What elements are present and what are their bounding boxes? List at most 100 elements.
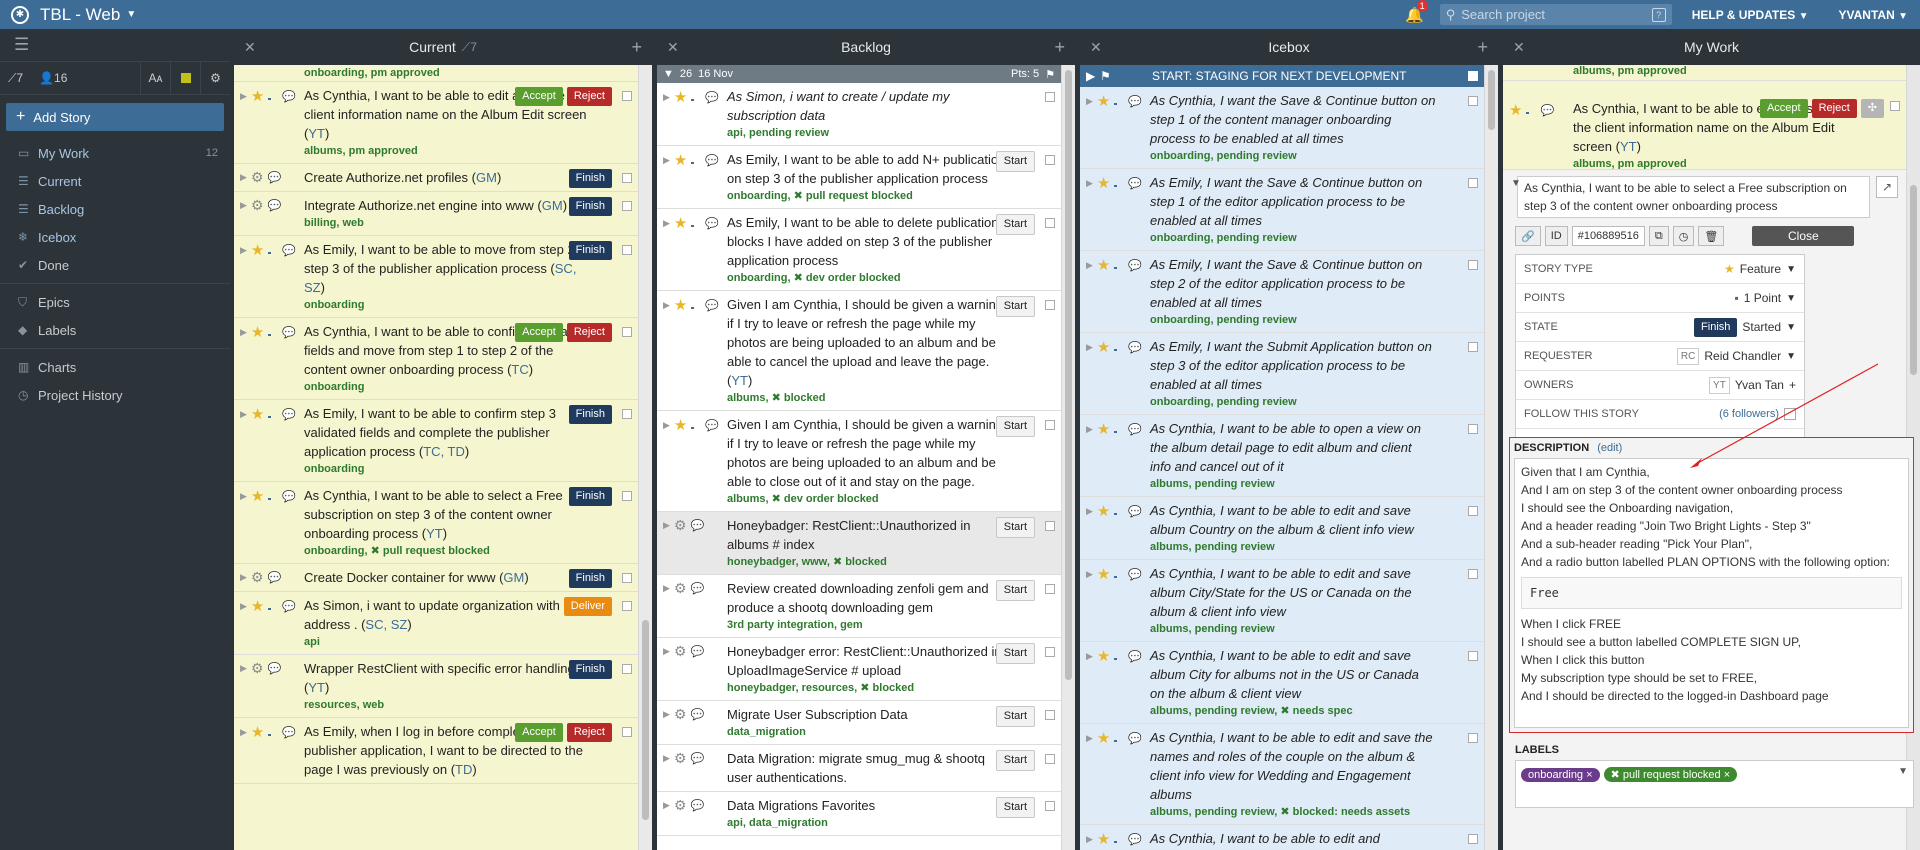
expand-icon[interactable]: ▶	[1086, 569, 1093, 580]
select-checkbox[interactable]	[1045, 801, 1055, 811]
start-button[interactable]: Start	[995, 416, 1035, 437]
expand-icon[interactable]: ▶	[240, 572, 247, 583]
sidebar-item-epics[interactable]: ⛉ Epics	[0, 288, 230, 316]
story-owners[interactable]: SC, SZ	[304, 261, 576, 295]
select-checkbox[interactable]	[1045, 710, 1055, 720]
label-tag[interactable]: onboarding ×	[1521, 768, 1600, 782]
story-card[interactable]: ▶ ★ 💬 As Simon, i want to update organizati…	[234, 592, 638, 655]
story-card[interactable]: ▶ ⚙ 💬 Review created downloading zenfoli ge…	[657, 575, 1061, 638]
select-checkbox[interactable]	[622, 491, 632, 501]
collapse-icon[interactable]: ▼	[1511, 178, 1521, 189]
expand-detail-icon[interactable]: ↗	[1876, 176, 1898, 198]
story-title-field[interactable]: As Cynthia, I want to be able to select …	[1517, 176, 1870, 218]
expand-icon[interactable]: ▶	[240, 663, 247, 674]
story-card[interactable]: ▶ ★ 💬 As Emily, I want to be able to add N+…	[657, 146, 1061, 209]
story-card[interactable]: ▶ ⚙ 💬 Integrate Authorize.net engine into w…	[234, 192, 638, 236]
copy-icon[interactable]: ⧉	[1648, 226, 1669, 246]
expand-icon[interactable]: ▶	[1086, 651, 1093, 662]
trash-icon[interactable]: 🗑	[1698, 226, 1725, 246]
story-card[interactable]: ▶ ★ 💬 As Cynthia, I want to be able to edit…	[1080, 497, 1484, 560]
points-row[interactable]: POINTS ▪ 1 Point ▼	[1516, 284, 1804, 313]
deliver-button[interactable]: Deliver	[563, 597, 612, 616]
expand-icon[interactable]: ▶	[663, 92, 670, 103]
expand-icon[interactable]: ▶	[1086, 178, 1093, 189]
expand-icon[interactable]: ▶	[240, 200, 247, 211]
select-checkbox[interactable]	[622, 91, 632, 101]
expand-icon[interactable]: ▶	[240, 409, 247, 420]
close-button[interactable]: Close	[1752, 226, 1855, 246]
select-checkbox[interactable]	[622, 727, 632, 737]
sidebar-item-icebox[interactable]: ❄ Icebox	[0, 223, 230, 251]
select-checkbox[interactable]	[622, 664, 632, 674]
select-checkbox[interactable]	[1045, 155, 1055, 165]
expand-icon[interactable]: ▶	[240, 327, 247, 338]
description-text[interactable]: Given that I am Cynthia, And I am on step…	[1514, 458, 1909, 728]
story-owners[interactable]: YT	[426, 526, 443, 541]
finish-button[interactable]: Finish	[1694, 317, 1738, 337]
story-owners[interactable]: YT	[1620, 139, 1637, 154]
move-icon[interactable]: ✣	[1860, 99, 1884, 118]
story-owners[interactable]: TC	[511, 362, 528, 377]
sidebar-item-backlog[interactable]: ☰ Backlog	[0, 195, 230, 223]
story-card[interactable]: ▶ ⚙ 💬 Honeybadger error: RestClient::Unauth…	[657, 638, 1061, 701]
story-card[interactable]: ▶ ⚙ 💬 Create Authorize.net profiles (GM) Fin…	[234, 164, 638, 192]
story-owners[interactable]: TD	[455, 762, 472, 777]
story-color-icon[interactable]	[170, 61, 200, 95]
start-button[interactable]: Start	[995, 643, 1035, 664]
select-checkbox[interactable]	[1468, 733, 1478, 743]
story-card[interactable]: ▶ ⚙ 💬 Data Migrations Favorites api, data_mi…	[657, 792, 1061, 836]
start-button[interactable]: Start	[995, 797, 1035, 818]
expand-icon[interactable]: ▶	[663, 520, 670, 531]
select-checkbox[interactable]	[1045, 754, 1055, 764]
select-checkbox[interactable]	[622, 601, 632, 611]
story-card[interactable]: ▶ ★ 💬 As Cynthia, I want to be able to edit…	[1080, 724, 1484, 825]
expand-icon[interactable]: ▶	[1086, 733, 1093, 744]
text-size-icon[interactable]: Aᴀ	[140, 61, 170, 95]
close-panel-icon[interactable]: ✕	[1090, 39, 1102, 56]
accept-button[interactable]: Accept	[515, 87, 563, 106]
scrollbar[interactable]	[1484, 65, 1498, 850]
project-selector[interactable]: TBL - Web ▼	[40, 5, 136, 25]
scrollbar[interactable]	[1061, 65, 1075, 850]
add-story-icon[interactable]: +	[1477, 37, 1488, 58]
tracker-logo-icon[interactable]: ✱	[6, 1, 34, 29]
start-button[interactable]: Start	[995, 517, 1035, 538]
expand-icon[interactable]: ▶	[1086, 424, 1093, 435]
add-story-button[interactable]: + Add Story	[6, 103, 224, 131]
select-checkbox[interactable]	[1045, 584, 1055, 594]
story-owners[interactable]: YT	[308, 680, 325, 695]
select-checkbox[interactable]	[1468, 260, 1478, 270]
search-input[interactable]: ⚲ Search project?	[1439, 4, 1672, 25]
story-card[interactable]: ▶ ⚙ 💬 Honeybadger: RestClient::Unauthorized…	[657, 512, 1061, 575]
story-id-field[interactable]: #106889516	[1571, 226, 1645, 246]
story-card[interactable]: ▶ ★ 💬 As Cynthia, I want the Save & Continu…	[1080, 87, 1484, 169]
story-card[interactable]: ▶ ★ 💬 As Emily, I want to be able to move f…	[234, 236, 638, 318]
expand-icon[interactable]: ▶	[1086, 96, 1093, 107]
select-checkbox[interactable]	[1045, 647, 1055, 657]
select-checkbox[interactable]	[1045, 521, 1055, 531]
expand-icon[interactable]: ▶	[240, 727, 247, 738]
select-checkbox[interactable]	[1468, 506, 1478, 516]
story-card[interactable]: ▶ ★ 💬 As Cynthia, I want to be able to edit…	[234, 82, 638, 164]
iteration-settings-icon[interactable]: ⚑	[1045, 68, 1055, 81]
finish-button[interactable]: Finish	[568, 569, 612, 588]
select-checkbox[interactable]	[1045, 218, 1055, 228]
close-panel-icon[interactable]: ✕	[667, 39, 679, 56]
labels-input[interactable]: onboarding × ✖ pull request blocked × ▼	[1515, 760, 1914, 808]
sidebar-item-done[interactable]: ✔ Done	[0, 251, 230, 279]
members-stat[interactable]: 👤16	[31, 71, 75, 85]
finish-button[interactable]: Finish	[568, 197, 612, 216]
close-panel-icon[interactable]: ✕	[244, 39, 256, 56]
expand-icon[interactable]: ▶	[1086, 506, 1093, 517]
start-button[interactable]: Start	[995, 580, 1035, 601]
history-icon[interactable]: ◷	[1672, 226, 1695, 246]
select-checkbox[interactable]	[1468, 424, 1478, 434]
sidebar-toggle-icon[interactable]: ☰	[0, 29, 230, 61]
select-checkbox[interactable]	[622, 327, 632, 337]
story-owners[interactable]: SC, SZ	[365, 617, 407, 632]
select-checkbox[interactable]	[1468, 96, 1478, 106]
expand-icon[interactable]: ▶	[1086, 69, 1095, 83]
sidebar-item-project-history[interactable]: ◷ Project History	[0, 381, 230, 409]
story-card[interactable]: ▶ ★ 💬 As Emily, when I log in before comple…	[234, 718, 638, 784]
start-button[interactable]: Start	[995, 296, 1035, 317]
